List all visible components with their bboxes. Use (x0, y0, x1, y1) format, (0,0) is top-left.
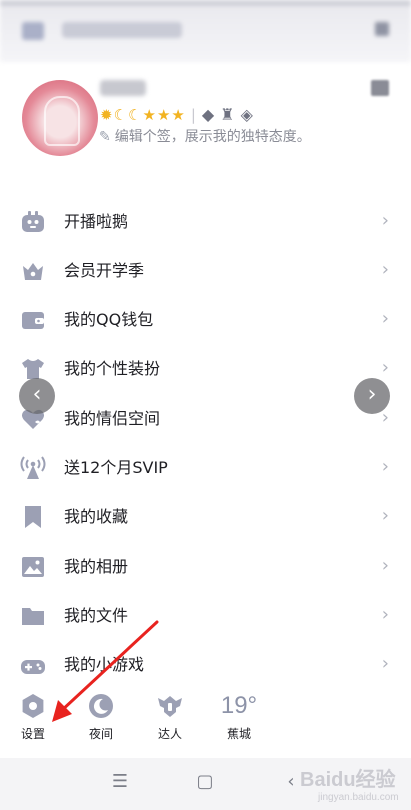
tag-icon: ◈ (240, 105, 253, 124)
signature-text: 编辑个签，展示我的独特态度。 (114, 129, 311, 145)
chevron-right-icon: › (381, 505, 389, 526)
top-bar (0, 0, 411, 62)
menu-item-label: 送12个月SVIP (64, 458, 168, 477)
previous-arrow-button[interactable]: ‹ (19, 378, 55, 414)
menu-item-label: 我的小游戏 (64, 655, 145, 674)
chevron-right-icon: › (381, 259, 389, 280)
menu-item-label: 我的收藏 (64, 507, 129, 526)
penguin-tv-icon (22, 211, 44, 232)
menu-item-couple-space[interactable]: 我的情侣空间 › (0, 402, 411, 438)
crown-icon (23, 263, 43, 280)
robot-icon: ♜ (220, 105, 235, 124)
menu-item-album[interactable]: 我的相册 › (0, 550, 411, 586)
level-badges[interactable]: ✹ ☾ ☾ ★ ★ ★ | ◆ ♜ ◈ (100, 105, 258, 125)
status-bar (0, 0, 411, 6)
star-icon: ★ (142, 106, 156, 124)
menu-item-mini-games[interactable]: 我的小游戏 › (0, 648, 411, 684)
wallet-icon (22, 312, 44, 329)
bookmark-icon (25, 506, 41, 528)
top-bar-icon[interactable] (22, 22, 44, 40)
talent-label: 达人 (157, 727, 182, 741)
star-icon: ★ (156, 106, 171, 124)
menu-item-wallet[interactable]: 我的QQ钱包 › (0, 303, 411, 339)
menu-item-personalize[interactable]: 我的个性装扮 › (0, 352, 411, 388)
night-mode-label: 夜间 (88, 727, 113, 741)
menu-item-live[interactable]: 开播啦鹅 › (0, 205, 411, 241)
star-icon: ★ (171, 106, 185, 124)
broadcast-tower-icon (20, 456, 46, 479)
weather-city: 蕉城 (226, 727, 251, 741)
night-mode-button[interactable]: 夜间 (75, 686, 127, 752)
menu-item-label: 开播啦鹅 (64, 212, 129, 231)
bottom-quick-bar: 设置 夜间 达人 19° 蕉城 (0, 686, 411, 756)
signature-edit[interactable]: ✎ 编辑个签，展示我的独特态度。 (99, 128, 311, 146)
chevron-right-icon: › (381, 407, 389, 428)
gamepad-icon (21, 660, 45, 674)
weather-widget[interactable]: 19° 蕉城 (213, 686, 265, 752)
menu-item-vip-season[interactable]: 会员开学季 › (0, 254, 411, 290)
settings-hexagon-icon (22, 694, 44, 718)
menu-icon[interactable]: ☰ (105, 770, 135, 794)
menu-item-label: 我的情侣空间 (64, 409, 161, 428)
profile-card-icon[interactable] (371, 80, 389, 96)
home-icon[interactable]: ▢ (190, 770, 220, 794)
chevron-right-icon: › (381, 357, 389, 378)
weather-temperature: 19° (220, 692, 258, 719)
folder-icon (22, 608, 44, 625)
moon-icon: ☾ (113, 106, 128, 124)
top-bar-title-blurred (62, 22, 182, 38)
menu-item-label: 我的QQ钱包 (64, 310, 154, 329)
menu-item-files[interactable]: 我的文件 › (0, 599, 411, 635)
sun-icon: ✹ (100, 106, 113, 124)
menu-item-label: 我的文件 (64, 606, 129, 625)
winged-badge-icon (158, 696, 182, 717)
menu-item-svip-gift[interactable]: 送12个月SVIP › (0, 451, 411, 487)
chevron-right-icon: › (381, 653, 389, 674)
menu-item-label: 会员开学季 (64, 261, 145, 280)
nickname-blurred (100, 80, 146, 96)
moon-icon: ☾ (128, 106, 142, 124)
pencil-icon: ✎ (99, 129, 111, 145)
photo-icon (22, 557, 44, 577)
settings-label: 设置 (20, 727, 45, 741)
menu-item-label: 我的个性装扮 (64, 359, 161, 378)
chevron-right-icon: › (381, 555, 389, 576)
baidu-watermark: Baidu经验 (300, 769, 396, 791)
avatar[interactable] (22, 80, 98, 156)
next-arrow-button[interactable]: › (354, 378, 390, 414)
settings-button[interactable]: 设置 (7, 686, 59, 752)
moon-icon (89, 694, 113, 718)
vip-diamond-icon: ◆ (201, 105, 215, 124)
badge-divider: | (190, 106, 196, 124)
baidu-watermark-url: jingyan.baidu.com (318, 792, 399, 803)
talent-button[interactable]: 达人 (144, 686, 196, 752)
chevron-right-icon: › (381, 604, 389, 625)
menu-item-label: 我的相册 (64, 557, 129, 576)
close-icon[interactable] (375, 22, 389, 36)
chevron-right-icon: › (381, 210, 389, 231)
menu-item-favorites[interactable]: 我的收藏 › (0, 500, 411, 536)
chevron-right-icon: › (381, 308, 389, 329)
chevron-right-icon: › (381, 456, 389, 477)
